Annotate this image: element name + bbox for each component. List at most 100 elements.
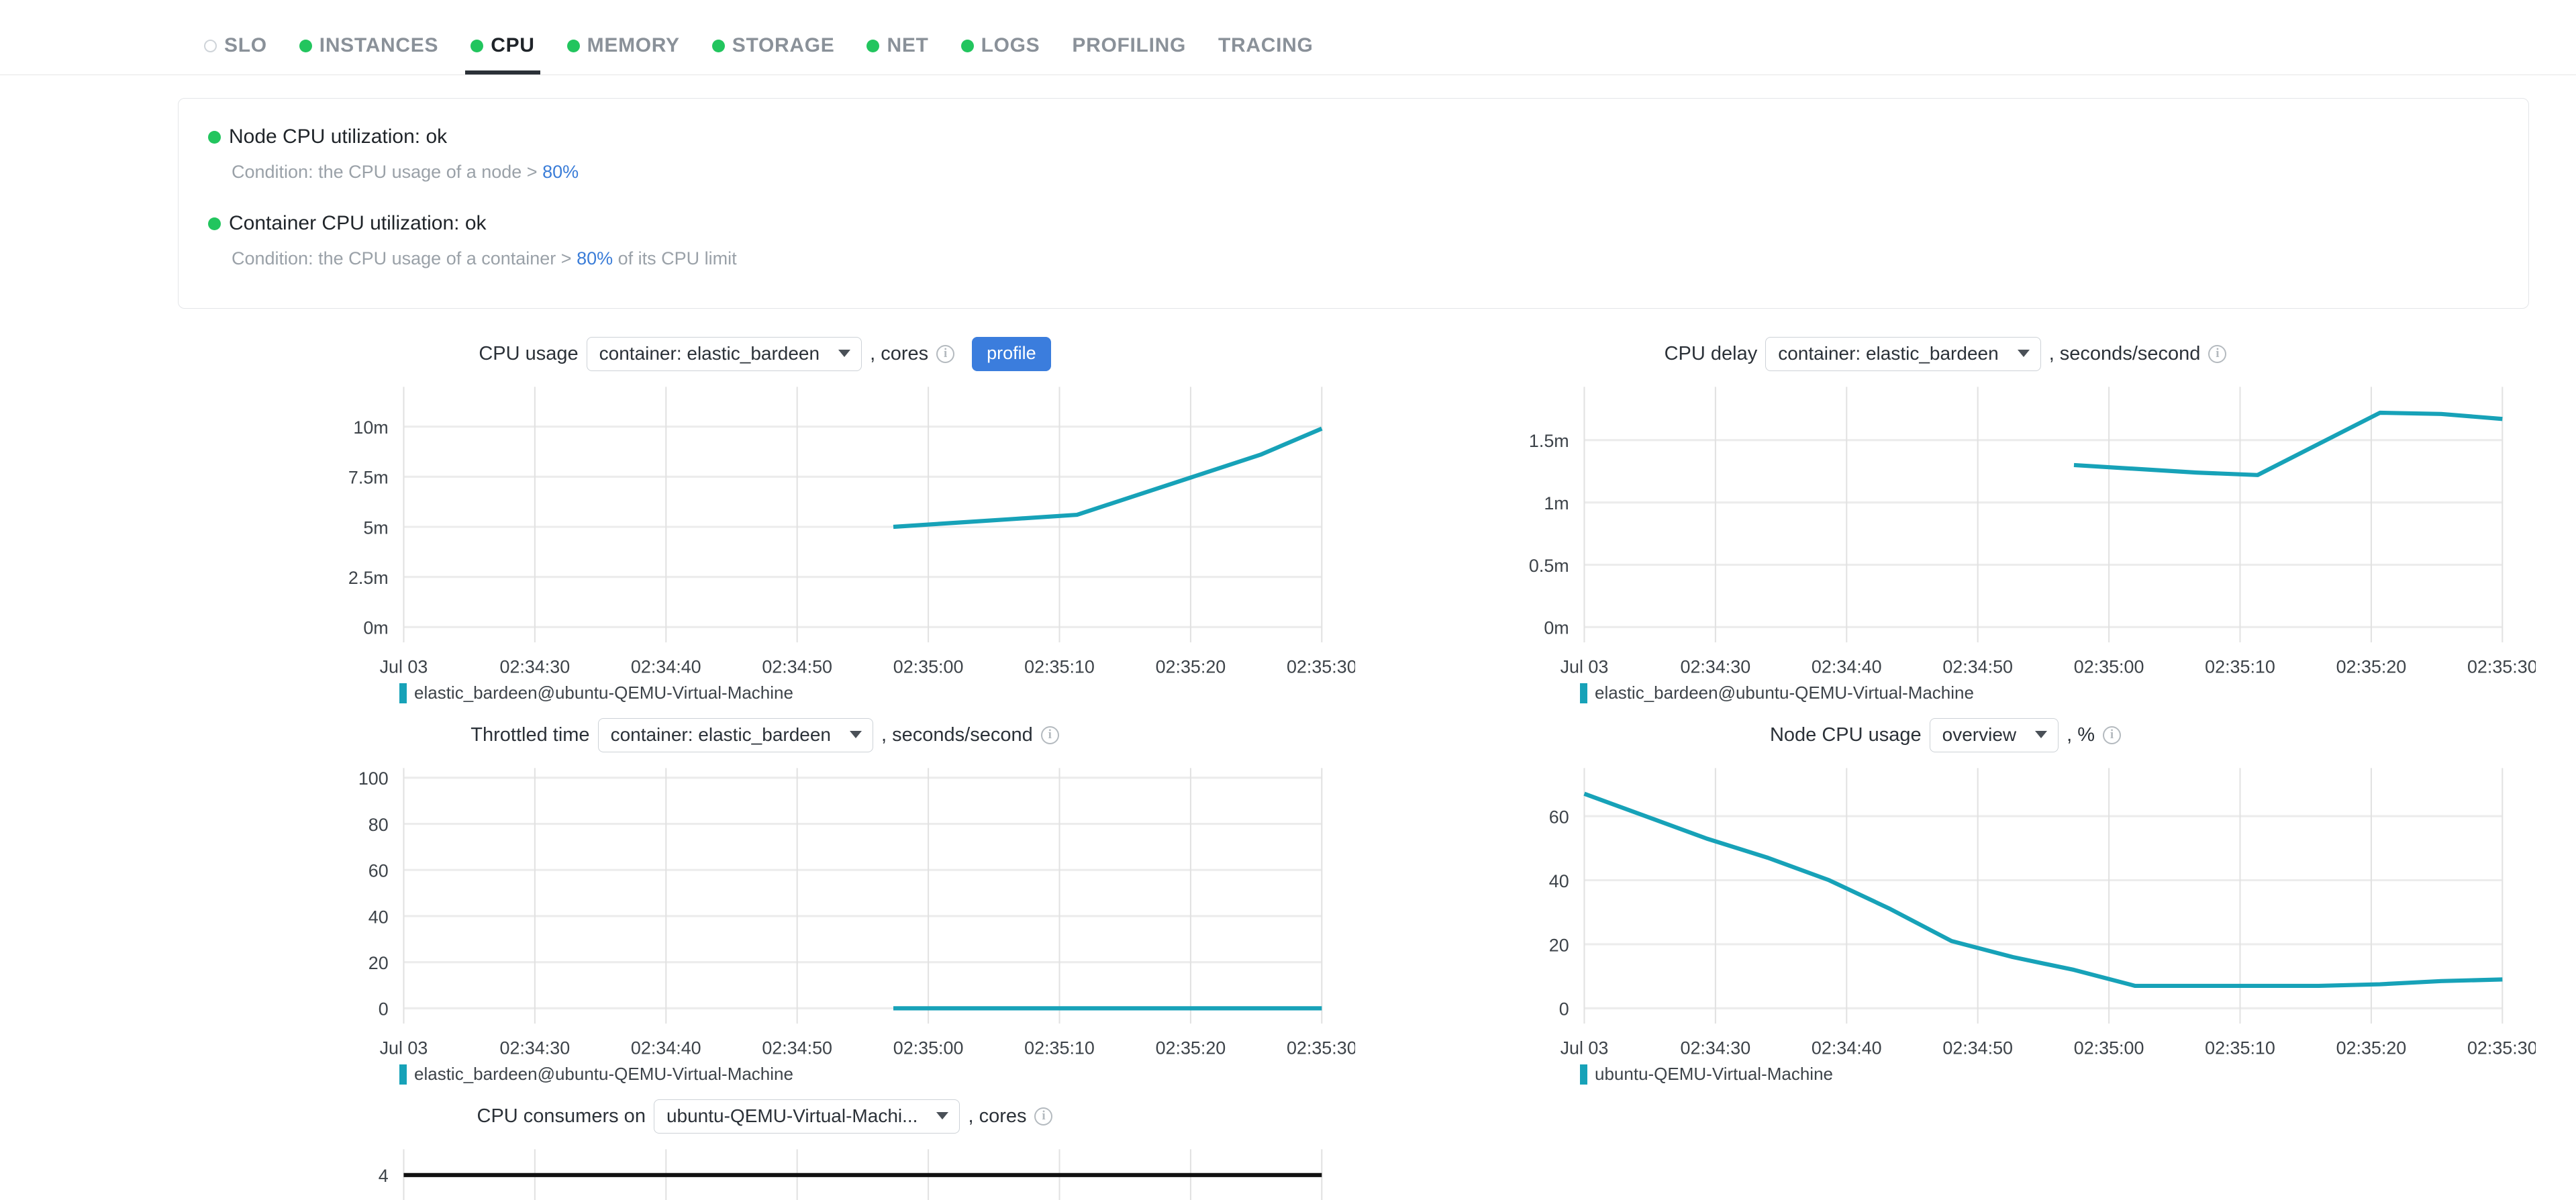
tab-storage[interactable]: STORAGE xyxy=(696,34,851,74)
profile-button[interactable]: profile xyxy=(972,337,1051,371)
chart-card-cpu-delay: CPU delaycontainer: elastic_bardeen, sec… xyxy=(1355,332,2536,713)
line-series-ubuntu-QEMU-Virtual-Machine xyxy=(1584,794,2502,986)
x-axis-tick-label: 02:35:20 xyxy=(1156,657,1226,677)
plot-area[interactable]: 01234Jul 0302:34:3002:34:4002:34:5002:35… xyxy=(175,1142,1355,1200)
legend-color-swatch xyxy=(399,1064,407,1085)
x-axis-tick-label: 02:34:40 xyxy=(631,657,701,677)
tab-cpu[interactable]: CPU xyxy=(454,34,550,74)
x-axis-tick-label: 02:34:50 xyxy=(762,657,832,677)
info-icon[interactable]: i xyxy=(1041,726,1059,744)
legend-item[interactable]: ubuntu-QEMU-Virtual-Machine xyxy=(1580,1064,1833,1085)
chart-scope-select[interactable]: ubuntu-QEMU-Virtual-Machi... xyxy=(654,1099,960,1134)
chart-legend: elastic_bardeen@ubuntu-QEMU-Virtual-Mach… xyxy=(175,683,1355,703)
chevron-down-icon xyxy=(838,350,850,357)
plot-area[interactable]: 0m2.5m5m7.5m10mJul 0302:34:3002:34:4002:… xyxy=(175,380,1355,679)
chart-title: CPU consumers on xyxy=(477,1105,646,1128)
chart-header: CPU delaycontainer: elastic_bardeen, sec… xyxy=(1355,336,2536,372)
legend-color-swatch xyxy=(1580,683,1587,703)
y-axis-tick-label: 20 xyxy=(1549,936,1569,956)
legend-label: ubuntu-QEMU-Virtual-Machine xyxy=(1595,1064,1833,1085)
y-axis-tick-label: 10m xyxy=(353,417,388,438)
alerts-panel: Node CPU utilization: ok Condition: the C… xyxy=(178,98,2529,309)
chart-scope-select[interactable]: container: elastic_bardeen xyxy=(587,337,862,371)
chart-scope-select[interactable]: overview xyxy=(1930,718,2059,752)
tab-memory[interactable]: MEMORY xyxy=(551,34,696,74)
alert-threshold: 80% xyxy=(577,248,613,268)
tab-label: NET xyxy=(887,34,928,57)
info-icon[interactable]: i xyxy=(2208,345,2226,363)
tab-label: TRACING xyxy=(1218,34,1314,57)
chart-header: CPU consumers on ubuntu-QEMU-Virtual-Mach… xyxy=(175,1098,1355,1134)
x-axis-tick-label: 02:35:10 xyxy=(2205,657,2275,677)
alert-condition-prefix: Condition: the CPU usage of a container … xyxy=(232,248,577,268)
plot-area[interactable]: 0204060Jul 0302:34:3002:34:4002:34:5002:… xyxy=(1355,761,2536,1060)
legend-item[interactable]: elastic_bardeen@ubuntu-QEMU-Virtual-Mach… xyxy=(399,1064,793,1085)
alert-threshold: 80% xyxy=(542,162,579,182)
plot-cpu-delay: 0m0.5m1m1.5mJul 0302:34:3002:34:4002:34:… xyxy=(1355,380,2536,679)
y-axis-tick-label: 5m xyxy=(363,518,388,538)
chart-scope-value: ubuntu-QEMU-Virtual-Machi... xyxy=(666,1105,918,1128)
chart-card-cpu-consumers: CPU consumers on ubuntu-QEMU-Virtual-Mach… xyxy=(175,1094,1355,1200)
x-axis-tick-label: 02:35:20 xyxy=(1156,1038,1226,1058)
tab-status-ok-icon xyxy=(567,40,580,52)
plot-area[interactable]: 0m0.5m1m1.5mJul 0302:34:3002:34:4002:34:… xyxy=(1355,380,2536,679)
tab-bar: SLO INSTANCES CPUMEMORY STORAGE NET LOGSPROFI… xyxy=(0,0,2576,75)
tab-status-ok-icon xyxy=(470,40,483,52)
tab-slo[interactable]: SLO xyxy=(188,34,283,74)
info-icon[interactable]: i xyxy=(1034,1107,1052,1126)
x-axis-tick-label: 02:34:50 xyxy=(762,1038,832,1058)
chart-title: CPU delay xyxy=(1665,343,1758,365)
x-axis-tick-label: 02:34:40 xyxy=(631,1038,701,1058)
y-axis-tick-label: 80 xyxy=(368,815,389,835)
x-axis-tick-label: 02:35:30 xyxy=(1287,1038,1355,1058)
legend-color-swatch xyxy=(1580,1064,1587,1085)
x-axis-tick-label: 02:35:10 xyxy=(1024,1038,1095,1058)
x-axis-tick-label: 02:35:00 xyxy=(2074,1038,2144,1058)
tab-label: INSTANCES xyxy=(319,34,438,57)
alert-row: Node CPU utilization: okCondition: the C… xyxy=(208,121,2499,191)
line-series-elastic_bardeen@ubuntu-QEMU-Virtual-Machine xyxy=(2074,413,2502,475)
x-axis-tick-label: Jul 03 xyxy=(380,1038,428,1058)
tab-label: STORAGE xyxy=(732,34,835,57)
tab-logs[interactable]: LOGS xyxy=(945,34,1056,74)
plot-throttled-time: 020406080100Jul 0302:34:3002:34:4002:34:… xyxy=(175,761,1355,1060)
chart-scope-select[interactable]: container: elastic_bardeen xyxy=(598,718,873,752)
plot-area[interactable]: 020406080100Jul 0302:34:3002:34:4002:34:… xyxy=(175,761,1355,1060)
x-axis-tick-label: 02:35:30 xyxy=(1287,657,1355,677)
x-axis-tick-label: 02:34:30 xyxy=(500,1038,571,1058)
chart-scope-select[interactable]: container: elastic_bardeen xyxy=(1765,337,2040,371)
info-icon[interactable]: i xyxy=(2103,726,2121,744)
x-axis-tick-label: 02:34:30 xyxy=(1681,1038,1751,1058)
chevron-down-icon xyxy=(936,1112,948,1119)
y-axis-tick-label: 40 xyxy=(1549,871,1569,891)
info-icon[interactable]: i xyxy=(936,345,954,363)
x-axis-tick-label: 02:34:40 xyxy=(1812,1038,1882,1058)
legend-item[interactable]: elastic_bardeen@ubuntu-QEMU-Virtual-Mach… xyxy=(1580,683,1974,703)
x-axis-tick-label: 02:34:40 xyxy=(1812,657,1882,677)
alert-title-text: Node CPU utilization: ok xyxy=(229,121,447,153)
chart-header: Node CPU usageoverview, %i xyxy=(1355,717,2536,753)
chart-legend: elastic_bardeen@ubuntu-QEMU-Virtual-Mach… xyxy=(1355,683,2536,703)
chart-header: Throttled timecontainer: elastic_bardeen… xyxy=(175,717,1355,753)
alert-title: Node CPU utilization: ok xyxy=(208,121,2499,153)
x-axis-tick-label: 02:34:30 xyxy=(500,657,571,677)
chart-card-node-cpu-usage: Node CPU usageoverview, %i0204060Jul 030… xyxy=(1355,713,2536,1094)
y-axis-tick-label: 40 xyxy=(368,907,389,928)
tab-status-none-icon xyxy=(204,40,217,52)
x-axis-tick-label: 02:35:10 xyxy=(1024,657,1095,677)
tab-instances[interactable]: INSTANCES xyxy=(283,34,454,74)
x-axis-tick-label: 02:35:20 xyxy=(2336,1038,2407,1058)
plot-cpu-usage: 0m2.5m5m7.5m10mJul 0302:34:3002:34:4002:… xyxy=(175,380,1355,679)
legend-item[interactable]: elastic_bardeen@ubuntu-QEMU-Virtual-Mach… xyxy=(399,683,793,703)
x-axis-tick-label: 02:34:30 xyxy=(1681,657,1751,677)
tab-net[interactable]: NET xyxy=(850,34,944,74)
x-axis-tick-label: 02:35:00 xyxy=(2074,657,2144,677)
x-axis-tick-label: Jul 03 xyxy=(380,657,428,677)
plot-cpu-consumers: 01234Jul 0302:34:3002:34:4002:34:5002:35… xyxy=(175,1142,1355,1200)
tab-tracing[interactable]: TRACING xyxy=(1202,34,1330,74)
chart-scope-value: container: elastic_bardeen xyxy=(599,342,820,365)
y-axis-tick-label: 0 xyxy=(379,999,389,1019)
tab-profiling[interactable]: PROFILING xyxy=(1056,34,1202,74)
alert-status-ok-icon xyxy=(208,217,221,230)
y-axis-tick-label: 0m xyxy=(1544,618,1569,638)
